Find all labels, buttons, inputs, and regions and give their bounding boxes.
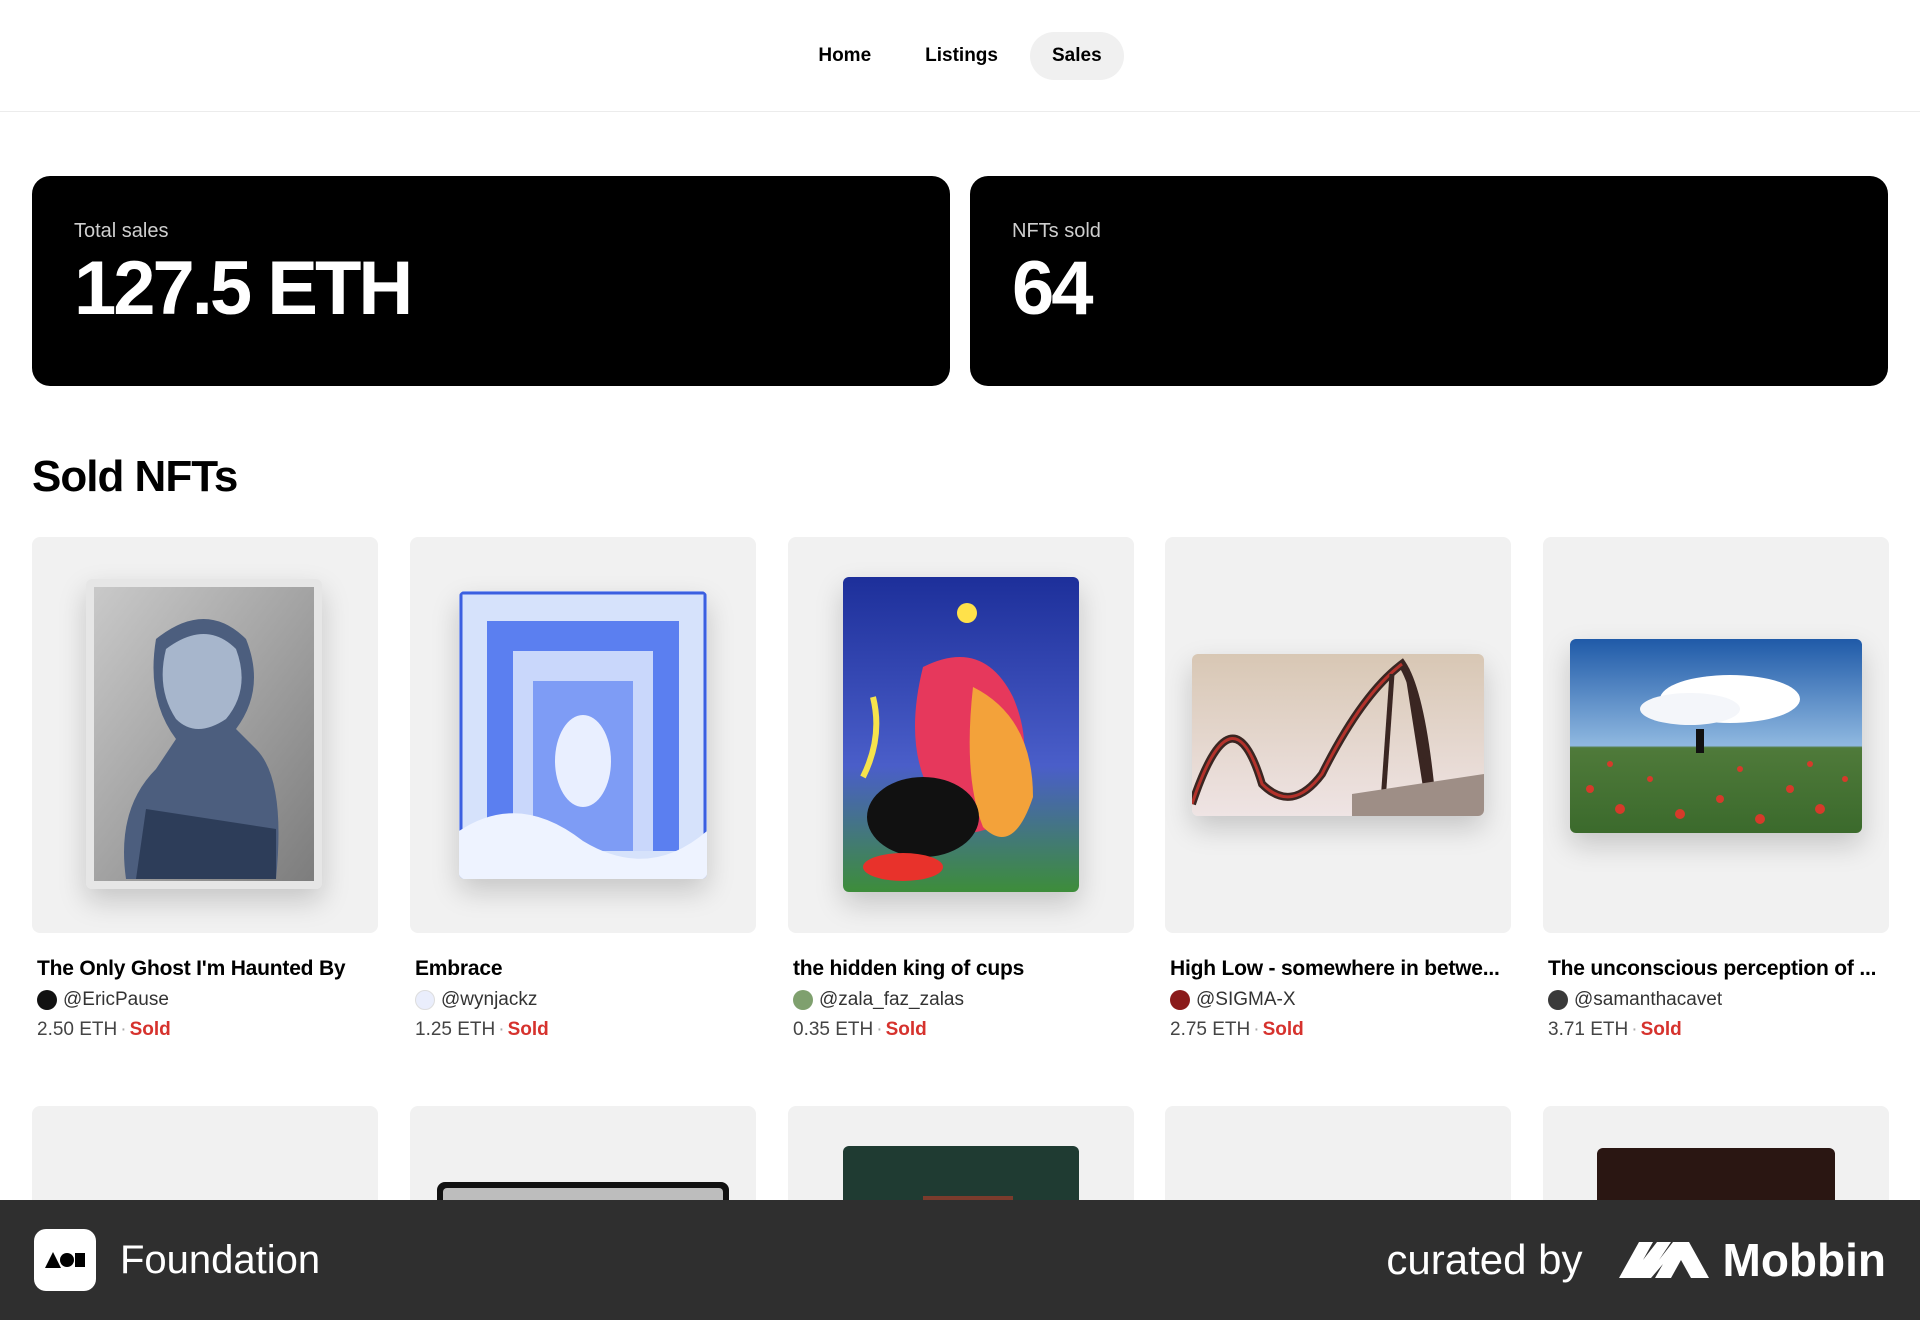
nft-title[interactable]: Embrace bbox=[415, 957, 753, 981]
mobbin-mark-icon bbox=[1618, 1242, 1709, 1278]
nft-title[interactable]: The unconscious perception of ... bbox=[1548, 957, 1886, 981]
nft-card[interactable]: the hidden king of cups @zala_faz_zalas … bbox=[788, 537, 1134, 1041]
creator-avatar bbox=[37, 990, 57, 1010]
nft-title[interactable]: High Low - somewhere in betwe... bbox=[1170, 957, 1508, 981]
nft-price-row: 2.50 ETH · Sold bbox=[37, 1019, 171, 1040]
creator-handle[interactable]: @samanthacavet bbox=[1574, 989, 1722, 1011]
nft-card[interactable]: High Low - somewhere in betwe... @SIGMA-… bbox=[1165, 537, 1511, 1041]
nft-card-media[interactable] bbox=[32, 537, 378, 933]
nft-price-row: 1.25 ETH · Sold bbox=[415, 1019, 549, 1040]
creator[interactable]: @samanthacavet bbox=[1548, 989, 1889, 1011]
creator-avatar bbox=[1548, 990, 1568, 1010]
creator-avatar bbox=[1170, 990, 1190, 1010]
nfts-sold-card: NFTs sold 64 bbox=[970, 176, 1888, 386]
total-sales-label: Total sales bbox=[74, 220, 169, 242]
nft-card-media[interactable] bbox=[1543, 537, 1889, 933]
creator-handle[interactable]: @wynjackz bbox=[441, 989, 537, 1011]
creator[interactable]: @EricPause bbox=[37, 989, 378, 1011]
sold-badge: Sold bbox=[885, 1019, 927, 1040]
nft-card-media[interactable] bbox=[1165, 537, 1511, 933]
nft-card[interactable]: Embrace @wynjackz 1.25 ETH · Sold bbox=[410, 537, 756, 1041]
creator-avatar bbox=[415, 990, 435, 1010]
nav-home[interactable]: Home bbox=[796, 32, 893, 80]
nft-price-row: 3.71 ETH · Sold bbox=[1548, 1019, 1682, 1040]
nft-artwork-image bbox=[459, 591, 707, 879]
curator-name: Mobbin bbox=[1722, 1234, 1887, 1286]
nft-price: 0.35 ETH bbox=[793, 1019, 874, 1040]
nav-sales[interactable]: Sales bbox=[1029, 31, 1124, 80]
top-nav: Home Listings Sales bbox=[0, 0, 1920, 112]
nft-price: 3.71 ETH bbox=[1548, 1019, 1629, 1040]
nft-price-row: 0.35 ETH · Sold bbox=[793, 1019, 927, 1040]
nft-title[interactable]: The Only Ghost I'm Haunted By bbox=[37, 957, 375, 981]
nft-card[interactable]: The Only Ghost I'm Haunted By @EricPause… bbox=[32, 537, 378, 1041]
total-sales-card: Total sales 127.5 ETH bbox=[32, 176, 950, 386]
nft-price-row: 2.75 ETH · Sold bbox=[1170, 1019, 1304, 1040]
nft-card-media[interactable] bbox=[410, 537, 756, 933]
nft-price: 2.75 ETH bbox=[1170, 1019, 1251, 1040]
nfts-sold-label: NFTs sold bbox=[1012, 220, 1101, 242]
nfts-sold-value: 64 bbox=[1012, 246, 1094, 331]
nft-price: 1.25 ETH bbox=[415, 1019, 496, 1040]
nft-artwork-image bbox=[1570, 639, 1862, 833]
nft-card-media[interactable] bbox=[788, 537, 1134, 933]
nft-artwork-image bbox=[86, 579, 322, 889]
nav-listings[interactable]: Listings bbox=[903, 32, 1020, 80]
creator-avatar bbox=[793, 990, 813, 1010]
creator-handle[interactable]: @EricPause bbox=[63, 989, 169, 1011]
sold-badge: Sold bbox=[1262, 1019, 1304, 1040]
sold-badge: Sold bbox=[1640, 1019, 1682, 1040]
total-sales-value: 127.5 ETH bbox=[74, 246, 413, 331]
creator[interactable]: @SIGMA-X bbox=[1170, 989, 1511, 1011]
nft-artwork-image bbox=[1192, 654, 1484, 816]
nft-artwork-image bbox=[843, 577, 1079, 892]
creator[interactable]: @zala_faz_zalas bbox=[793, 989, 1134, 1011]
nft-card[interactable]: The unconscious perception of ... @saman… bbox=[1543, 537, 1889, 1041]
curated-by-label: curated by bbox=[1386, 1236, 1583, 1283]
section-title: Sold NFTs bbox=[32, 452, 238, 501]
creator[interactable]: @wynjackz bbox=[415, 989, 756, 1011]
sold-badge: Sold bbox=[507, 1019, 549, 1040]
mobbin-logo: Mobbin bbox=[1618, 1233, 1887, 1287]
creator-handle[interactable]: @SIGMA-X bbox=[1196, 989, 1296, 1011]
brand-name: Foundation bbox=[120, 1237, 321, 1282]
foundation-logo-icon bbox=[34, 1229, 96, 1291]
nft-title[interactable]: the hidden king of cups bbox=[793, 957, 1131, 981]
sold-badge: Sold bbox=[129, 1019, 171, 1040]
footer-bar: Foundation curated by Mobbin bbox=[0, 1200, 1920, 1320]
creator-handle[interactable]: @zala_faz_zalas bbox=[819, 989, 964, 1011]
nft-price: 2.50 ETH bbox=[37, 1019, 118, 1040]
